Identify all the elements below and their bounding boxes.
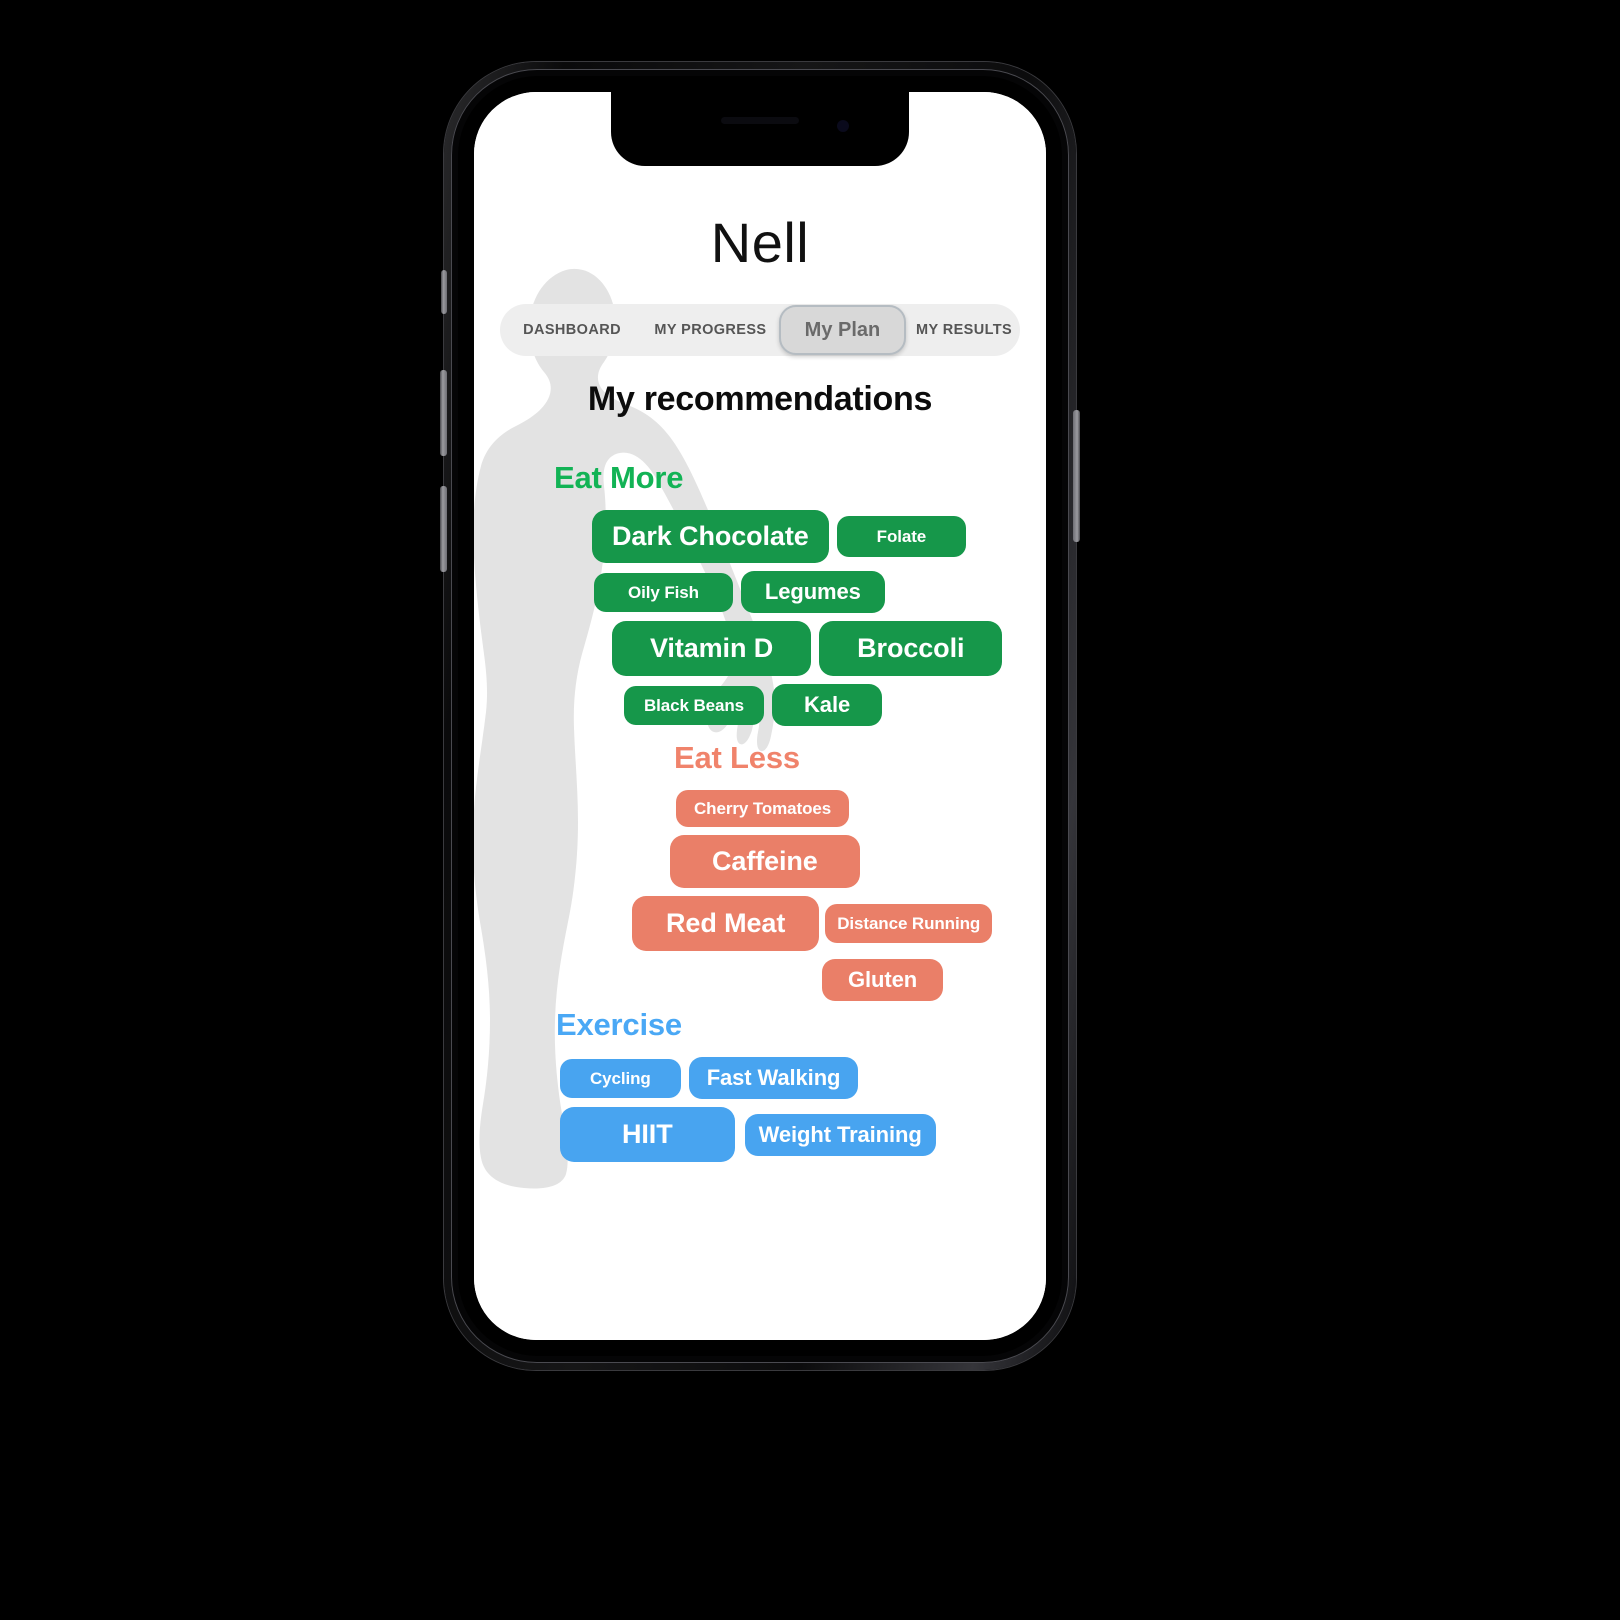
section-heading-exercise: Exercise [556,1007,682,1042]
notch [611,92,909,166]
volume-up-button[interactable] [440,370,447,456]
section-exercise: Exercise Cycling Fast Walking HIIT Weigh… [474,1007,1046,1170]
front-camera-icon [837,120,849,132]
pill-black-beans[interactable]: Black Beans [624,685,765,725]
pill-red-meat[interactable]: Red Meat [632,896,820,951]
pill-distance-running[interactable]: Distance Running [825,904,993,943]
pill-row: Oily Fish Legumes [474,571,1046,613]
pill-folate[interactable]: Folate [836,516,967,557]
earpiece-speaker-icon [721,117,799,124]
tab-my-progress[interactable]: MY PROGRESS [644,304,777,356]
pill-row: Cherry Tomatoes [474,790,1046,827]
tab-bar: DASHBOARD MY PROGRESS My Plan MY RESULTS [500,304,1020,356]
section-heading-eat-less: Eat Less [674,740,800,775]
section-heading-eat-more: Eat More [554,460,684,495]
pill-row: Caffeine [474,835,1046,888]
page-title: My recommendations [587,380,933,418]
phone-device: Nell DASHBOARD MY PROGRESS My Plan MY RE… [440,62,1080,1370]
volume-down-button[interactable] [440,486,447,572]
pill-oily-fish[interactable]: Oily Fish [594,572,733,612]
screenshot-stage: Nell DASHBOARD MY PROGRESS My Plan MY RE… [0,0,1620,1620]
app-viewport: Nell DASHBOARD MY PROGRESS My Plan MY RE… [474,92,1046,1340]
pill-row: Gluten [474,959,1046,1001]
pill-gluten[interactable]: Gluten [822,959,944,1001]
tab-dashboard[interactable]: DASHBOARD [500,304,644,356]
pill-cycling[interactable]: Cycling [560,1058,681,1098]
pill-hiit[interactable]: HIIT [560,1107,735,1162]
pill-broccoli[interactable]: Broccoli [819,621,1003,676]
section-eat-less: Eat Less Cherry Tomatoes Caffeine Red Me… [474,740,1046,1009]
pill-row: Vitamin D Broccoli [474,621,1046,676]
tab-my-plan[interactable]: My Plan [778,305,907,355]
pill-vitamin-d[interactable]: Vitamin D [612,621,812,676]
section-eat-more: Eat More Dark Chocolate Folate Oily Fish… [474,460,1046,734]
pill-row: Black Beans Kale [474,684,1046,726]
pill-weight-training[interactable]: Weight Training [744,1113,936,1156]
pill-dark-chocolate[interactable]: Dark Chocolate [592,510,829,563]
pill-row: HIIT Weight Training [474,1107,1046,1162]
pill-caffeine[interactable]: Caffeine [670,835,860,888]
tab-my-results[interactable]: MY RESULTS [908,304,1020,356]
power-button[interactable] [1073,410,1080,542]
pill-legumes[interactable]: Legumes [740,571,885,613]
pill-kale[interactable]: Kale [772,684,883,726]
pill-row: Cycling Fast Walking [474,1057,1046,1099]
pill-cherry-tomatoes[interactable]: Cherry Tomatoes [676,790,850,827]
app-brand-title: Nell [710,211,810,274]
pill-row: Dark Chocolate Folate [474,510,1046,563]
silent-switch-button[interactable] [441,270,447,314]
pill-row: Red Meat Distance Running [474,896,1046,951]
pill-fast-walking[interactable]: Fast Walking [688,1057,859,1099]
phone-screen: Nell DASHBOARD MY PROGRESS My Plan MY RE… [474,92,1046,1340]
